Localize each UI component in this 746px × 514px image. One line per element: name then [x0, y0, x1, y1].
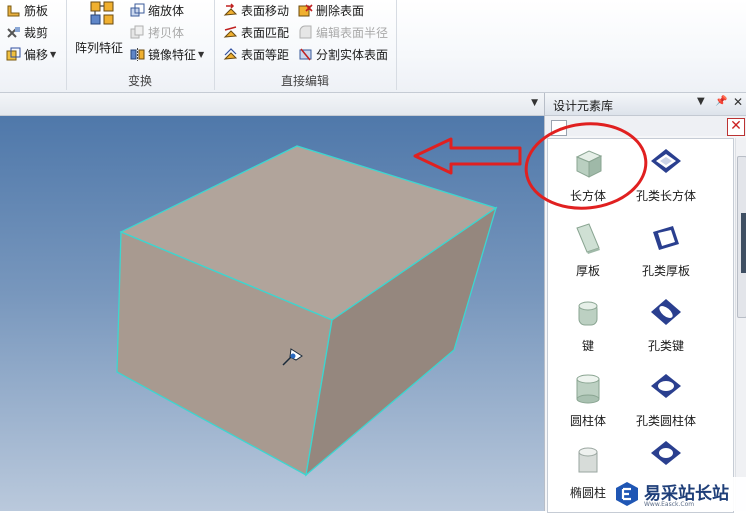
- array-feature-button[interactable]: 阵列特征: [74, 0, 124, 55]
- watermark-logo-icon: [616, 482, 638, 506]
- pin-icon[interactable]: 📌: [715, 96, 727, 107]
- trim-label: 裁剪: [24, 25, 49, 40]
- face-offset-label: 表面等距: [241, 47, 290, 62]
- delete-face-icon: [298, 3, 313, 16]
- divider: [214, 0, 215, 90]
- copy-body-icon: [130, 25, 144, 38]
- delete-face-label: 删除表面: [316, 3, 365, 18]
- close-icon[interactable]: ✕: [733, 95, 743, 109]
- group-label-direct-edit: 直接编辑: [280, 74, 329, 88]
- offset-label: 偏移: [24, 47, 49, 62]
- mirror-feature-label: 镜像特征: [148, 47, 197, 62]
- group-label-transform: 变换: [127, 74, 152, 88]
- edit-face-radius-icon: [299, 25, 312, 38]
- chevron-down-icon[interactable]: ▼: [198, 50, 204, 59]
- cylinder-icon: [576, 374, 600, 404]
- scale-body-button[interactable]: 缩放体: [130, 1, 184, 19]
- lib-item-label: 厚板: [575, 264, 600, 278]
- chevron-down-icon[interactable]: ▼: [531, 98, 538, 108]
- lib-item-thick-plate[interactable]: 厚板: [548, 222, 628, 279]
- edit-face-radius-button[interactable]: 编辑表面半径: [298, 23, 388, 41]
- lib-item-label: 圆柱体: [569, 414, 606, 428]
- key-icon: [578, 301, 598, 326]
- face-match-button[interactable]: 表面匹配: [223, 23, 289, 41]
- array-feature-label: 阵列特征: [74, 41, 123, 55]
- document-tab-strip: ▼: [0, 93, 544, 116]
- hole-plate-icon: [653, 226, 679, 250]
- face-match-label: 表面匹配: [241, 25, 290, 40]
- mirror-feature-button[interactable]: 镜像特征 ▼: [130, 45, 204, 63]
- thick-plate-icon: [576, 223, 600, 254]
- hole-key-icon: [651, 299, 681, 325]
- copy-body-label: 拷贝体: [148, 25, 185, 40]
- split-face-button[interactable]: 分割实体表面: [298, 45, 388, 63]
- copy-body-button[interactable]: 拷贝体: [130, 23, 184, 41]
- face-offset-button[interactable]: 表面等距: [223, 45, 289, 63]
- lib-item-label: 键: [581, 339, 594, 353]
- watermark: 易采站长站 Www.Easck.Com: [610, 477, 746, 511]
- face-match-icon: [223, 25, 238, 38]
- lib-item-key[interactable]: 键: [548, 297, 628, 354]
- lib-item-hole-elliptic-cylinder[interactable]: [626, 439, 706, 479]
- lib-item-label: 孔类键: [647, 339, 684, 353]
- annotation-arrow: [413, 137, 522, 175]
- scale-body-label: 缩放体: [148, 3, 185, 18]
- elliptic-cylinder-icon: [578, 447, 598, 473]
- edit-face-radius-label: 编辑表面半径: [316, 25, 389, 40]
- rib-label: 筋板: [24, 3, 49, 18]
- face-move-label: 表面移动: [241, 3, 290, 18]
- offset-icon: [6, 47, 21, 60]
- lib-item-label: 孔类厚板: [641, 264, 690, 278]
- hole-cylinder-icon: [651, 374, 681, 398]
- face-move-icon: [223, 2, 238, 16]
- chevron-down-icon[interactable]: ▼: [50, 50, 56, 59]
- mirror-feature-icon: [130, 47, 145, 61]
- panel-header: 设计元素库 ▼ 📌 ✕: [545, 93, 746, 116]
- rib-icon: [7, 5, 20, 16]
- trim-icon: [7, 26, 20, 38]
- lib-item-cylinder[interactable]: 圆柱体: [548, 372, 628, 429]
- vertical-scrollbar[interactable]: [735, 138, 746, 511]
- split-face-icon: [299, 48, 312, 60]
- panel-title: 设计元素库: [553, 99, 614, 113]
- delete-face-button[interactable]: 删除表面: [298, 1, 364, 19]
- watermark-subtext: Www.Easck.Com: [644, 501, 695, 508]
- hole-elliptic-cylinder-icon: [651, 441, 681, 465]
- divider: [396, 0, 397, 90]
- divider: [66, 0, 67, 90]
- lib-item-hole-key[interactable]: 孔类键: [626, 297, 706, 354]
- scale-body-icon: [130, 3, 145, 16]
- lib-item-label: 孔类圆柱体: [635, 414, 696, 428]
- lib-item-hole-plate[interactable]: 孔类厚板: [626, 222, 706, 279]
- close-icon[interactable]: ✕: [727, 118, 745, 136]
- split-face-label: 分割实体表面: [316, 47, 389, 62]
- trim-button[interactable]: 裁剪: [6, 23, 48, 41]
- rib-button[interactable]: 筋板: [6, 1, 48, 19]
- array-feature-icon: [90, 1, 114, 25]
- offset-button[interactable]: 偏移 ▼: [6, 45, 56, 63]
- lib-item-hole-cylinder[interactable]: 孔类圆柱体: [626, 372, 706, 429]
- face-offset-icon: [223, 47, 238, 60]
- annotation-circle: [524, 122, 648, 210]
- panel-edge-handle[interactable]: [741, 213, 746, 273]
- ribbon-toolbar: 筋板 裁剪 偏移 ▼ 阵列特征 缩放体 拷贝体 镜像特征 ▼ 变换 表面移动 表…: [0, 0, 746, 93]
- face-move-button[interactable]: 表面移动: [223, 1, 289, 19]
- chevron-down-icon[interactable]: ▼: [697, 96, 705, 107]
